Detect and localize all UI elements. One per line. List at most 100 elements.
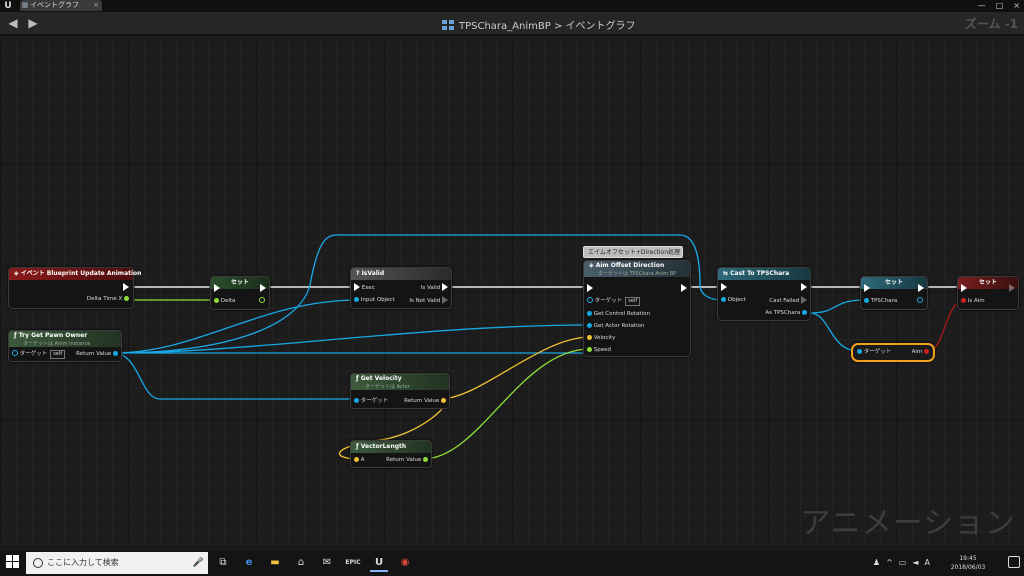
node-title: Aim Offset Direction (595, 262, 665, 269)
minimize-button[interactable]: — (978, 0, 986, 11)
is-not-valid-pin[interactable]: Is Not Valid (409, 296, 448, 304)
get-aim-node[interactable]: ターゲット Aim (851, 343, 935, 362)
graph-canvas[interactable]: エイムオフセット+Direction処理 ◈ イベント Blueprint Up… (0, 35, 1024, 548)
search-icon (33, 558, 43, 568)
exec-in-pin[interactable] (587, 284, 593, 292)
node-subtitle: ターゲットは TPSChara Anim BP (598, 271, 677, 277)
graph-tab-icon: ▦ (21, 1, 29, 9)
function-icon: ◈ (589, 262, 596, 269)
notification-icon[interactable] (1008, 556, 1020, 568)
node-title: イベント Blueprint Update Animation (20, 270, 142, 277)
store-icon[interactable]: ⌂ (292, 554, 310, 572)
exec-out-pin[interactable] (260, 284, 266, 292)
is-valid-pin[interactable]: Is Valid (421, 283, 448, 291)
close-button[interactable]: × (1013, 0, 1020, 11)
exec-out-pin[interactable] (1009, 284, 1015, 292)
taskbar-clock[interactable]: 19:45 2018/06/03 (938, 554, 998, 572)
target-pin[interactable]: ターゲット self (587, 297, 641, 306)
search-placeholder: ここに入力して検索 (47, 558, 119, 567)
ime-icon[interactable]: A (925, 553, 930, 573)
node-header: ◈ イベント Blueprint Update Animation (9, 268, 141, 280)
file-explorer-icon[interactable]: ▬ (266, 554, 284, 572)
tpschara-output-pin[interactable] (917, 297, 923, 305)
try-get-pawn-owner-node[interactable]: ƒ Try Get Pawn Owner ターゲットは Anim Instanc… (8, 330, 122, 362)
event-diamond-icon: ◈ (14, 270, 21, 277)
exec-out-pin[interactable] (681, 284, 687, 292)
return-value-pin[interactable]: Return Value (76, 350, 118, 358)
aim-output-pin[interactable]: Aim (912, 348, 929, 356)
edge-browser-icon[interactable]: e (240, 554, 258, 572)
breadcrumb-graph: イベントグラフ (565, 21, 636, 32)
delta-output-pin[interactable] (259, 297, 265, 305)
zoom-level: ズーム -1 (964, 17, 1018, 31)
input-object-pin[interactable]: Input Object (354, 296, 395, 304)
network-icon[interactable]: ▭ (899, 553, 907, 573)
graph-toolbar: ◀ ▶ TPSChara_AnimBP > イベントグラフ ズーム -1 (0, 12, 1024, 35)
unreal-logo-icon: U (4, 1, 12, 11)
tpschara-input-pin[interactable]: TPSChara (864, 297, 897, 305)
object-wire (809, 312, 859, 352)
tab-close-icon[interactable]: × (93, 0, 99, 11)
velocity-pin[interactable]: Velocity (587, 334, 615, 342)
exec-out-pin[interactable] (918, 284, 924, 292)
exec-out-pin[interactable] (123, 283, 129, 291)
get-actor-rotation-pin[interactable]: Get Actor Rotation (587, 322, 645, 330)
target-pin[interactable]: ターゲット (857, 348, 891, 356)
set-delta-node[interactable]: セット Delta (210, 276, 270, 310)
exec-in-pin[interactable]: Exec (354, 283, 375, 291)
system-tray: ♟ ^ ▭ ◄ A (873, 553, 930, 573)
delta-input-pin[interactable]: Delta (214, 297, 235, 305)
volume-icon[interactable]: ◄ (912, 553, 918, 573)
exec-in-pin[interactable] (961, 284, 967, 292)
delta-time-pin[interactable]: Delta Time X (87, 295, 129, 303)
vector-a-pin[interactable]: A (354, 456, 365, 464)
speed-pin[interactable]: Speed (587, 346, 611, 354)
comment-bubble[interactable]: エイムオフセット+Direction処理 (583, 246, 683, 258)
clock-time: 19:45 (959, 555, 977, 562)
person-icon[interactable]: ♟ (873, 553, 880, 573)
aim-offset-direction-node[interactable]: ◈ Aim Offset Direction ターゲットは TPSChara A… (583, 260, 691, 357)
return-value-pin[interactable]: Return Value (404, 397, 446, 405)
task-view-icon[interactable]: ⧉ (214, 554, 232, 572)
chrome-icon[interactable]: ◉ (396, 554, 414, 572)
microphone-icon[interactable]: 🎤 (193, 552, 204, 574)
object-pin[interactable]: Object (721, 296, 746, 304)
mail-icon[interactable]: ✉ (318, 554, 336, 572)
vector-length-node[interactable]: ƒ VectorLength A Return Value (350, 440, 432, 468)
maximize-button[interactable]: □ (996, 0, 1004, 11)
exec-in-pin[interactable] (864, 284, 870, 292)
epic-launcher-icon[interactable]: EPIC (344, 554, 362, 572)
is-aim-input-pin[interactable]: Is Aim (961, 297, 985, 305)
tab-label: イベントグラフ (30, 1, 79, 9)
return-value-pin[interactable]: Return Value (386, 456, 428, 464)
blueprint-icon (442, 20, 454, 30)
as-tpschara-pin[interactable]: As TPSChara (765, 309, 807, 317)
windows-start-icon[interactable] (6, 555, 20, 569)
set-tpschara-node[interactable]: セット TPSChara (860, 276, 928, 310)
graph-watermark: アニメーション (800, 506, 1016, 541)
target-pin[interactable]: ターゲット (354, 397, 388, 405)
event-update-animation-node[interactable]: ◈ イベント Blueprint Update Animation Delta … (8, 267, 141, 309)
breadcrumb-blueprint[interactable]: TPSChara_AnimBP (459, 21, 551, 32)
cast-to-tpschara-node[interactable]: ⇆ Cast To TPSChara Object Cast Failed As… (717, 267, 811, 321)
chevron-up-icon[interactable]: ^ (886, 553, 893, 573)
set-is-aim-node[interactable]: セット Is Aim (957, 276, 1019, 310)
exec-in-pin[interactable] (214, 284, 220, 292)
isvalid-node[interactable]: ? IsValid Exec Is Valid Input Object Is … (350, 267, 452, 309)
get-velocity-node[interactable]: ƒ Get Velocity ターゲットは Actor ターゲット Return… (350, 373, 450, 409)
node-title: IsValid (361, 270, 385, 277)
taskbar-search-input[interactable]: ここに入力して検索 🎤 (26, 552, 208, 574)
back-arrow-icon[interactable]: ◀ (6, 16, 20, 30)
forward-arrow-icon[interactable]: ▶ (26, 16, 40, 30)
node-title: セット (884, 279, 903, 286)
get-control-rotation-pin[interactable]: Get Control Rotation (587, 310, 650, 318)
node-title: セット (230, 279, 249, 286)
target-pin[interactable]: ターゲット self (12, 350, 66, 359)
node-header: ⇆ Cast To TPSChara (718, 268, 810, 280)
clock-date: 2018/06/03 (950, 564, 986, 571)
tab-event-graph[interactable]: ▦ イベントグラフ × (20, 0, 102, 11)
unreal-editor-icon[interactable]: U (370, 554, 388, 572)
cast-failed-pin[interactable]: Cast Failed (769, 296, 807, 304)
exec-out-pin[interactable] (801, 283, 807, 291)
exec-in-pin[interactable] (721, 283, 727, 291)
